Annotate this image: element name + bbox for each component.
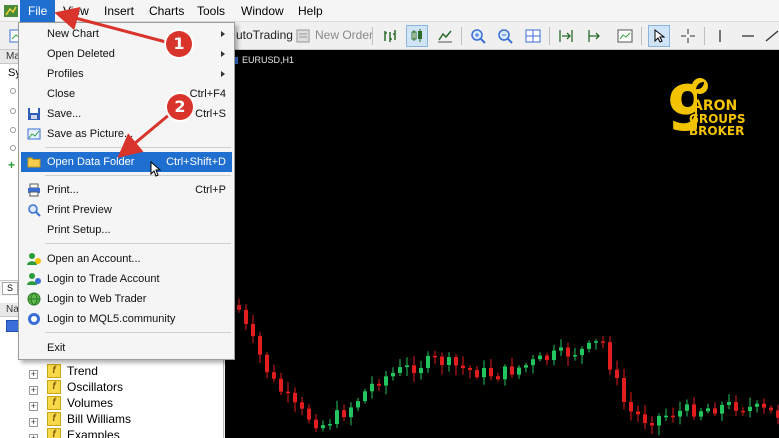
step-badge-1: 1 bbox=[166, 31, 192, 57]
arrow-to-file-menu bbox=[54, 6, 167, 44]
step-badge-2: 2 bbox=[167, 94, 193, 120]
tutorial-arrows bbox=[54, 6, 171, 158]
arrow-to-open-data-folder bbox=[117, 112, 171, 158]
